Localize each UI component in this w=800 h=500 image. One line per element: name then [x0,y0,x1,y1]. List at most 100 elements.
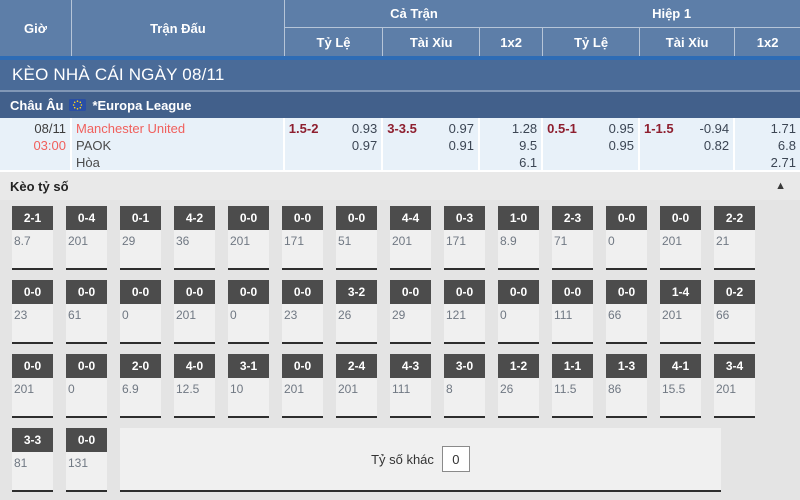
score-box[interactable]: 3-1 [228,354,269,378]
away-team[interactable]: PAOK [76,137,279,154]
score-odds[interactable]: 21 [714,230,755,248]
h1-1x2-draw[interactable]: 2.71 [739,154,796,171]
score-odds[interactable]: 201 [12,378,53,396]
score-box[interactable]: 0-2 [714,280,755,304]
score-box[interactable]: 0-0 [390,280,431,304]
score-box[interactable]: 4-2 [174,206,215,230]
score-odds[interactable]: 201 [66,230,107,248]
score-odds[interactable]: 61 [66,304,107,322]
score-box[interactable]: 1-4 [660,280,701,304]
score-box[interactable]: 3-0 [444,354,485,378]
score-box[interactable]: 0-0 [336,206,377,230]
score-odds[interactable]: 11.5 [552,378,593,396]
h1-ou-odds-over[interactable]: -0.94 [700,120,730,137]
score-odds[interactable]: 10 [228,378,269,396]
score-odds[interactable]: 23 [12,304,53,322]
league-name[interactable]: *Europa League [92,98,191,113]
score-box[interactable]: 3-3 [12,428,53,452]
score-box[interactable]: 0-3 [444,206,485,230]
score-box[interactable]: 0-0 [282,206,323,230]
score-odds[interactable]: 8.9 [498,230,539,248]
score-odds[interactable]: 8 [444,378,485,396]
score-box[interactable]: 0-0 [606,280,647,304]
score-box[interactable]: 3-2 [336,280,377,304]
score-odds[interactable]: 111 [390,378,431,396]
score-box[interactable]: 1-3 [606,354,647,378]
score-box[interactable]: 1-2 [498,354,539,378]
score-odds[interactable]: 8.7 [12,230,53,248]
ft-handicap-odds-home[interactable]: 0.93 [352,120,377,137]
ft-1x2-draw[interactable]: 6.1 [484,154,537,171]
score-box[interactable]: 0-0 [444,280,485,304]
score-odds[interactable]: 171 [282,230,323,248]
score-box[interactable]: 0-0 [660,206,701,230]
score-odds[interactable]: 71 [552,230,593,248]
score-box[interactable]: 1-1 [552,354,593,378]
score-box[interactable]: 0-4 [66,206,107,230]
score-odds[interactable]: 131 [66,452,107,470]
score-odds[interactable]: 81 [12,452,53,470]
score-box[interactable]: 4-0 [174,354,215,378]
score-odds[interactable]: 66 [606,304,647,322]
h1-ou-odds-under[interactable]: 0.82 [644,137,729,154]
ft-ou-odds-under[interactable]: 0.91 [387,137,474,154]
score-odds[interactable]: 86 [606,378,647,396]
score-box[interactable]: 4-3 [390,354,431,378]
score-box[interactable]: 0-0 [552,280,593,304]
score-odds[interactable]: 0 [228,304,269,322]
score-box[interactable]: 2-3 [552,206,593,230]
h1-1x2-away[interactable]: 6.8 [739,137,796,154]
score-box[interactable]: 0-0 [498,280,539,304]
score-odds[interactable]: 0 [120,304,161,322]
score-odds[interactable]: 26 [498,378,539,396]
score-box[interactable]: 0-0 [606,206,647,230]
other-score-value-box[interactable]: 0 [442,446,470,472]
score-odds[interactable]: 66 [714,304,755,322]
score-box[interactable]: 1-0 [498,206,539,230]
ft-1x2-away[interactable]: 9.5 [484,137,537,154]
score-box[interactable]: 0-0 [66,428,107,452]
score-odds[interactable]: 15.5 [660,378,701,396]
score-odds[interactable]: 201 [336,378,377,396]
score-odds[interactable]: 201 [282,378,323,396]
score-odds[interactable]: 36 [174,230,215,248]
score-odds[interactable]: 12.5 [174,378,215,396]
score-box[interactable]: 0-0 [228,206,269,230]
score-odds[interactable]: 171 [444,230,485,248]
score-odds[interactable]: 201 [174,304,215,322]
score-box[interactable]: 0-0 [282,280,323,304]
score-odds[interactable]: 29 [390,304,431,322]
score-box[interactable]: 0-0 [228,280,269,304]
score-odds[interactable]: 201 [390,230,431,248]
h1-1x2-home[interactable]: 1.71 [739,120,796,137]
score-box[interactable]: 4-1 [660,354,701,378]
score-box[interactable]: 0-0 [282,354,323,378]
ft-1x2-home[interactable]: 1.28 [484,120,537,137]
score-box[interactable]: 4-4 [390,206,431,230]
score-box[interactable]: 0-0 [174,280,215,304]
score-box[interactable]: 0-0 [66,354,107,378]
score-odds[interactable]: 0 [498,304,539,322]
league-row[interactable]: Châu Âu *Europa League [0,92,800,118]
score-box[interactable]: 0-1 [120,206,161,230]
score-box[interactable]: 2-0 [120,354,161,378]
ft-ou-odds-over[interactable]: 0.97 [449,120,474,137]
h1-handicap-odds-home[interactable]: 0.95 [609,120,634,137]
score-box[interactable]: 0-0 [120,280,161,304]
chevron-up-icon[interactable]: ▲ [775,180,786,192]
score-box[interactable]: 0-0 [66,280,107,304]
score-box[interactable]: 3-4 [714,354,755,378]
score-box[interactable]: 2-2 [714,206,755,230]
score-odds[interactable]: 111 [552,304,593,322]
score-box[interactable]: 2-1 [12,206,53,230]
score-odds[interactable]: 23 [282,304,323,322]
score-box[interactable]: 2-4 [336,354,377,378]
score-box[interactable]: 0-0 [12,354,53,378]
score-odds[interactable]: 201 [228,230,269,248]
home-team[interactable]: Manchester United [76,120,279,137]
score-odds[interactable]: 201 [714,378,755,396]
score-odds[interactable]: 121 [444,304,485,322]
score-box[interactable]: 0-0 [12,280,53,304]
score-odds[interactable]: 29 [120,230,161,248]
score-odds[interactable]: 201 [660,230,701,248]
